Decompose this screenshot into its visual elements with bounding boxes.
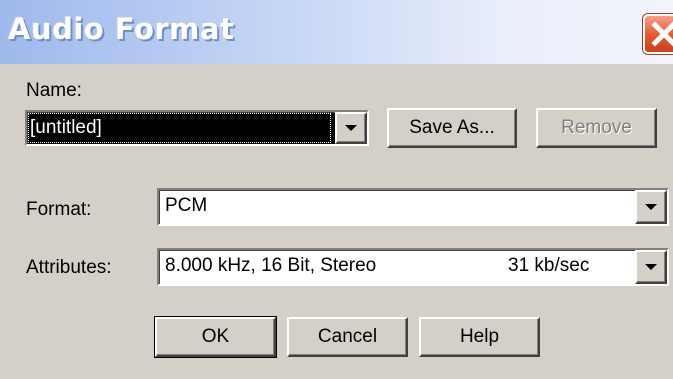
close-button[interactable] [643, 14, 673, 54]
dialog-title: Audio Format [8, 12, 235, 46]
attributes-value: 8.000 kHz, 16 Bit, Stereo [165, 255, 377, 276]
save-as-button[interactable]: Save As... [387, 108, 517, 148]
chevron-down-icon [645, 264, 657, 270]
attributes-rate: 31 kb/sec [508, 255, 590, 276]
attributes-combobox[interactable]: 8.000 kHz, 16 Bit, Stereo 31 kb/sec [157, 248, 669, 286]
close-icon [651, 21, 673, 47]
help-button[interactable]: Help [419, 317, 540, 357]
format-dropdown-button[interactable] [635, 190, 667, 224]
format-value: PCM [165, 195, 208, 216]
chevron-down-icon [345, 125, 357, 131]
cancel-button[interactable]: Cancel [287, 317, 408, 357]
ok-button[interactable]: OK [154, 316, 277, 358]
format-combobox[interactable]: PCM [157, 188, 669, 226]
name-combobox[interactable]: [untitled] [25, 110, 369, 146]
name-label: Name: [26, 80, 82, 101]
attributes-label: Attributes: [26, 257, 112, 278]
format-label: Format: [26, 199, 92, 220]
audio-format-dialog: Audio Format Name: [untitled] Save As...… [0, 0, 673, 379]
name-value: [untitled] [30, 117, 102, 138]
attributes-dropdown-button[interactable] [635, 250, 667, 284]
chevron-down-icon [645, 204, 657, 210]
title-bar[interactable]: Audio Format [0, 0, 673, 64]
remove-button[interactable]: Remove [536, 108, 657, 148]
name-dropdown-button[interactable] [335, 112, 367, 144]
